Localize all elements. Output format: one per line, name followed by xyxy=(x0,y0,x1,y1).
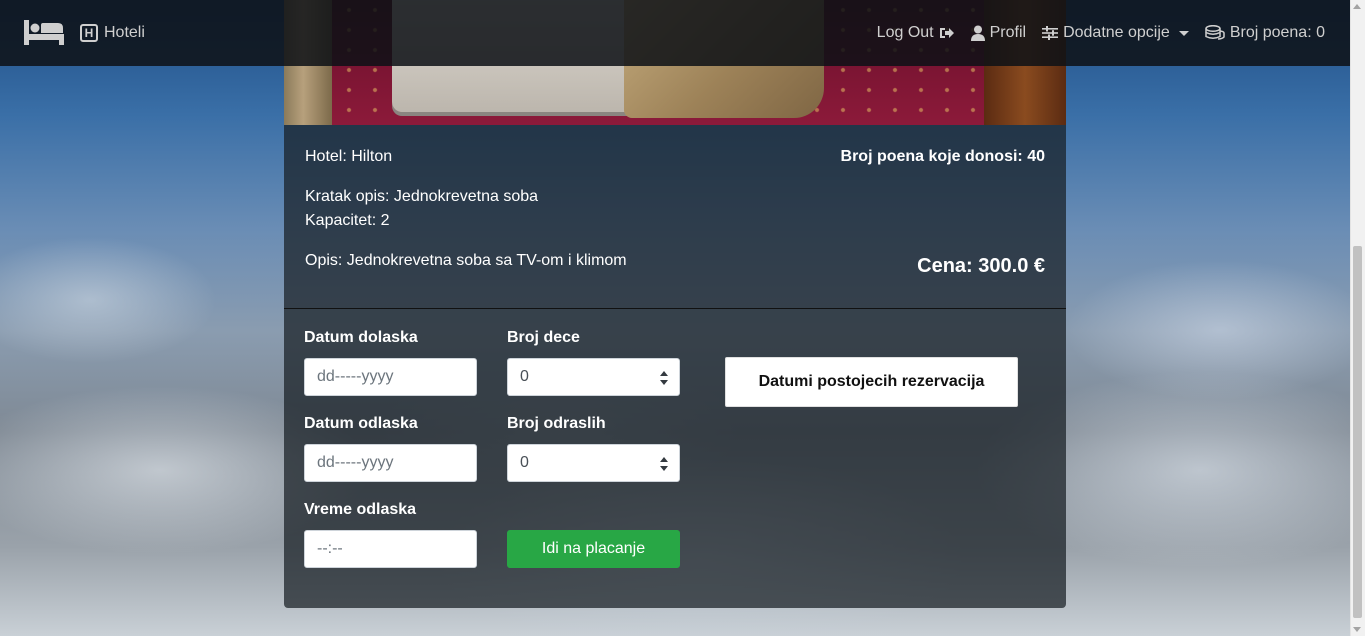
sliders-icon xyxy=(1042,26,1059,40)
adults-count-select[interactable]: 0 xyxy=(507,444,680,482)
children-count-value: 0 xyxy=(520,368,529,385)
nav-options-label: Dodatne opcije xyxy=(1063,24,1170,41)
room-price: Cena: 300.0 € xyxy=(917,255,1045,277)
nav-profile-label: Profil xyxy=(989,24,1027,41)
nav-profile-link[interactable]: Profil xyxy=(970,24,1027,42)
departure-date-input[interactable]: dd-----yyyy xyxy=(304,444,477,482)
scroll-up-icon[interactable] xyxy=(1353,4,1361,9)
nav-logout-label: Log Out xyxy=(876,24,934,41)
caret-down-icon xyxy=(1178,30,1189,36)
sign-out-icon xyxy=(939,28,954,38)
user-icon xyxy=(970,25,985,41)
room-points: Broj poena koje donosi: 40 xyxy=(840,148,1045,165)
nav-logout-link[interactable]: Log Out xyxy=(877,24,955,42)
page-scrollbar[interactable] xyxy=(1350,0,1365,636)
go-to-payment-button[interactable]: Idi na placanje xyxy=(507,530,680,568)
nav-hotels-label: Hoteli xyxy=(104,24,145,41)
departure-time-label: Vreme odlaska xyxy=(304,501,417,518)
departure-time-input[interactable]: --:-- xyxy=(304,530,477,568)
select-arrows-icon xyxy=(660,371,668,385)
card-divider xyxy=(284,308,1066,309)
arrival-date-label: Datum dolaska xyxy=(304,329,418,346)
nav-points-label: Broj poena: 0 xyxy=(1229,24,1325,41)
children-count-label: Broj dece xyxy=(507,329,580,346)
hotel-h-icon: H xyxy=(80,24,98,42)
room-short-description: Kratak opis: Jednokrevetna soba xyxy=(305,188,539,205)
room-capacity: Kapacitet: 2 xyxy=(305,212,390,229)
nav-right-group: Log Out Profil Dodatne opcije Broj poena… xyxy=(877,22,1325,44)
select-arrows-icon xyxy=(660,457,668,471)
departure-date-label: Datum odlaska xyxy=(304,415,418,432)
children-count-select[interactable]: 0 xyxy=(507,358,680,396)
arrival-date-input[interactable]: dd-----yyyy xyxy=(304,358,477,396)
room-hotel: Hotel: Hilton xyxy=(305,148,393,165)
coins-icon xyxy=(1205,25,1225,40)
adults-count-label: Broj odraslih xyxy=(507,415,606,432)
nav-options-dropdown[interactable]: Dodatne opcije xyxy=(1042,24,1189,42)
adults-count-value: 0 xyxy=(520,454,529,471)
nav-hotels-link[interactable]: H Hoteli xyxy=(80,22,145,44)
scroll-down-icon[interactable] xyxy=(1353,627,1361,632)
nav-points[interactable]: Broj poena: 0 xyxy=(1205,24,1325,42)
existing-reservations-button[interactable]: Datumi postojecih rezervacija xyxy=(725,357,1018,407)
bed-icon[interactable] xyxy=(24,20,64,45)
navbar: H Hoteli Log Out Profil Dodatne opcije B… xyxy=(0,0,1350,66)
scrollbar-thumb[interactable] xyxy=(1353,246,1362,618)
room-description: Opis: Jednokrevetna soba sa TV-om i klim… xyxy=(305,252,627,269)
